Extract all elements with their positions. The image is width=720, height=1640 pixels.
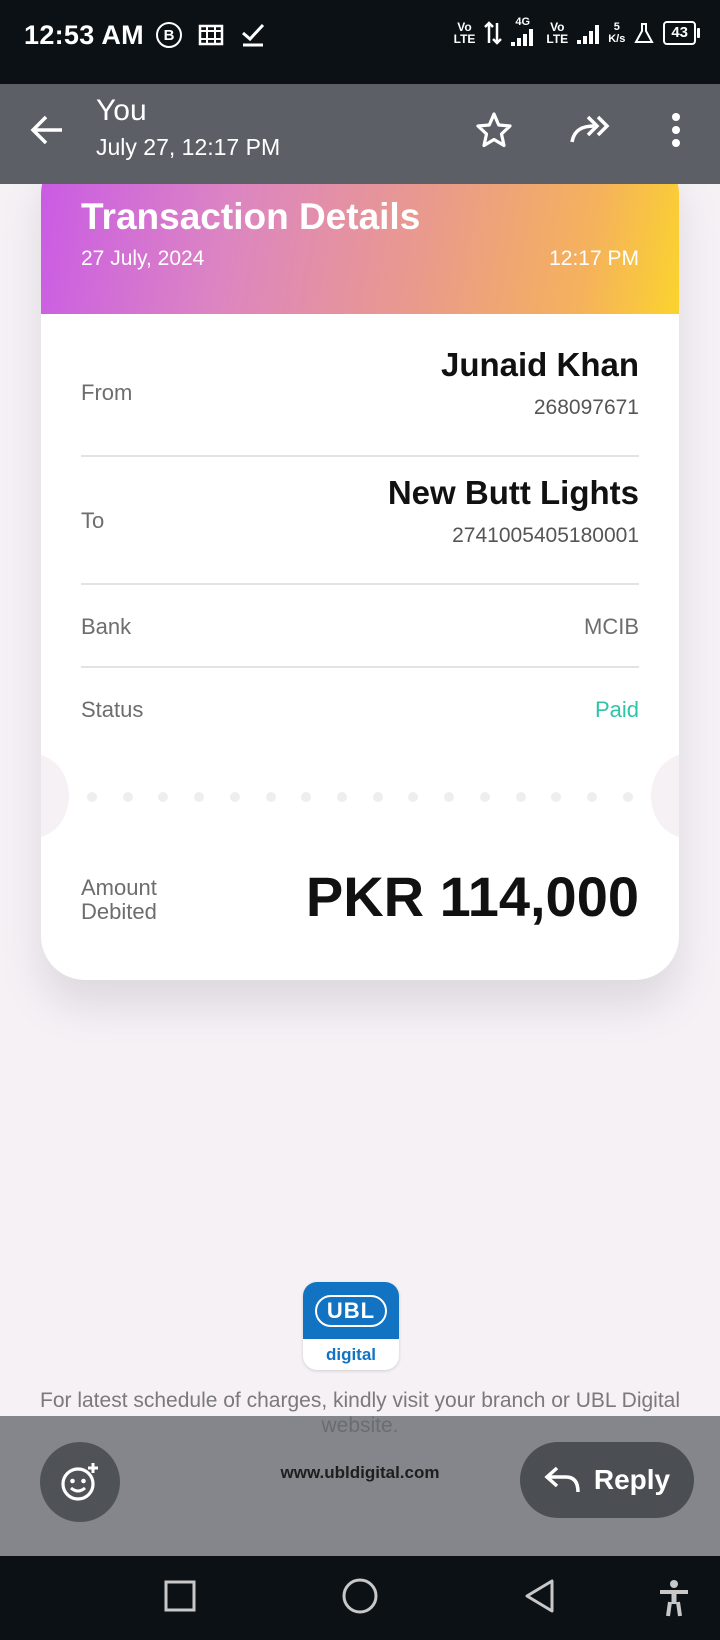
star-icon[interactable]	[474, 110, 514, 150]
from-label: From	[81, 380, 133, 405]
back-arrow-icon[interactable]	[28, 110, 68, 150]
recents-square-icon[interactable]	[162, 1578, 198, 1614]
reply-arrow-icon	[544, 1466, 580, 1493]
amount-value: PKR 114,000	[305, 865, 639, 928]
signal-4g: 4G	[511, 16, 537, 46]
status-time: 12:53 AM	[24, 20, 144, 50]
reply-bar: www.ubldigital.com Reply	[0, 1416, 720, 1556]
status-left-icons: B	[156, 22, 266, 48]
ticket-perforation	[87, 792, 633, 802]
status-bar: 12:53 AM B Vo LTE 4G Vo LTE 5 K/s 43	[0, 0, 720, 84]
net-4g-label: 4G	[515, 16, 531, 28]
volte-indicator-1: Vo LTE	[454, 21, 476, 45]
status-badge: Paid	[594, 697, 639, 722]
home-circle-icon[interactable]	[340, 1578, 380, 1618]
status-right-icons: Vo LTE 4G Vo LTE 5 K/s 43	[454, 16, 700, 46]
to-row: To New Butt Lights 2741005405180001	[81, 474, 639, 554]
volte-lte: LTE	[453, 32, 476, 46]
signal-icon	[511, 28, 534, 46]
reply-label: Reply	[593, 1464, 671, 1495]
data-arrows-icon	[484, 21, 503, 45]
volte-indicator-2: Vo LTE	[546, 21, 568, 45]
volte-lte-2: LTE	[546, 32, 569, 46]
forward-all-icon[interactable]	[568, 110, 614, 150]
from-row: From Junaid Khan 268097671	[81, 346, 639, 426]
status-row: Status Paid	[81, 697, 639, 727]
divider	[81, 666, 639, 668]
battery-icon: 43	[663, 21, 700, 45]
ubl-digital-logo: UBL digital	[303, 1282, 399, 1370]
system-nav-bar	[0, 1556, 720, 1640]
check-icon	[242, 23, 265, 47]
film-icon	[198, 24, 224, 46]
accessibility-icon[interactable]	[656, 1578, 692, 1618]
from-name: Junaid Khan	[440, 346, 639, 383]
bank-value: MCIB	[584, 614, 639, 639]
from-account: 268097671	[533, 396, 639, 419]
divider	[81, 455, 639, 457]
more-vert-icon[interactable]	[664, 110, 688, 150]
to-account: 2741005405180001	[452, 524, 639, 547]
bank-row: Bank MCIB	[81, 614, 639, 644]
back-triangle-icon[interactable]	[522, 1578, 558, 1614]
ticket-notch-right	[651, 754, 679, 838]
ticket-notch-left	[41, 754, 69, 838]
bank-label: Bank	[81, 614, 132, 639]
b-icon: B	[156, 22, 182, 48]
transaction-card: Transaction Details 27 July, 2024 12:17 …	[41, 150, 679, 980]
speed-value: 5	[613, 21, 620, 33]
ubl-logo-subtext: digital	[325, 1344, 377, 1364]
signal-icon-2	[577, 22, 600, 44]
to-name: New Butt Lights	[387, 474, 639, 511]
transaction-time: 12:17 PM	[549, 247, 639, 270]
network-speed: 5 K/s	[608, 21, 625, 45]
email-date: July 27, 12:17 PM	[96, 134, 281, 160]
status-label: Status	[81, 697, 144, 722]
sender-name: You	[96, 94, 147, 127]
amount-label: Amount Debited	[81, 875, 157, 924]
to-label: To	[81, 508, 105, 533]
reply-button[interactable]: Reply	[520, 1442, 694, 1518]
ubl-logo-text: UBL	[314, 1294, 388, 1327]
card-title: Transaction Details	[81, 196, 421, 237]
email-app-bar: You July 27, 12:17 PM	[0, 84, 720, 184]
flask-icon	[634, 23, 654, 43]
speed-unit: K/s	[608, 33, 626, 45]
transaction-date: 27 July, 2024	[81, 247, 205, 270]
divider	[81, 583, 639, 585]
